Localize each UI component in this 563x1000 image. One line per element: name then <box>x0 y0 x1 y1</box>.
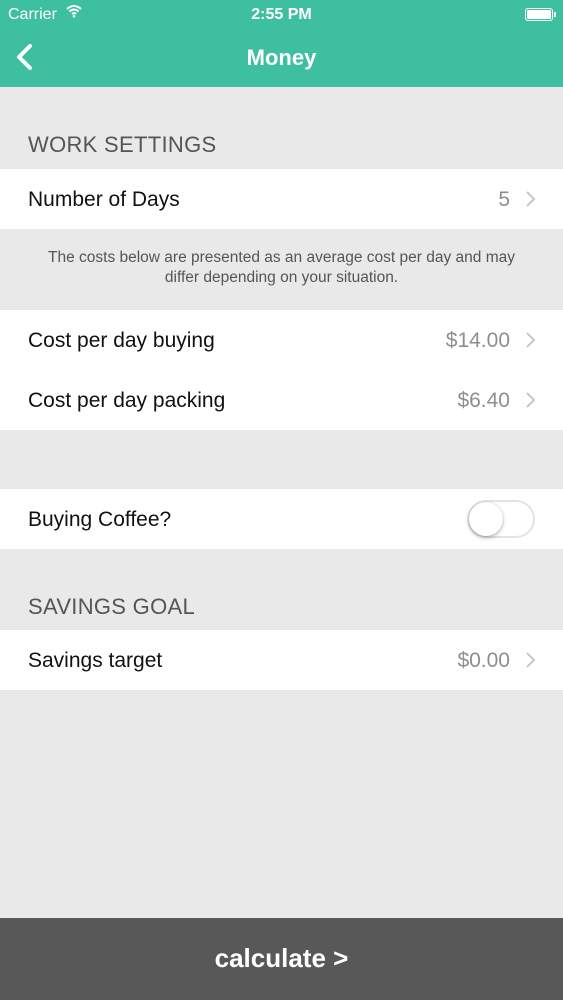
savings-target-row[interactable]: Savings target $0.00 <box>0 630 563 690</box>
cost-packing-value: $6.40 <box>457 389 510 412</box>
calculate-button[interactable]: calculate > <box>0 918 563 1000</box>
calculate-label: calculate > <box>214 943 349 973</box>
battery-icon <box>525 8 556 21</box>
number-of-days-label: Number of Days <box>28 188 180 211</box>
cost-note: The costs below are presented as an aver… <box>48 249 515 286</box>
header-bar: Carrier 2:55 PM Money <box>0 0 563 87</box>
savings-goal-header: SAVINGS GOAL <box>28 594 196 619</box>
status-bar: Carrier 2:55 PM <box>0 0 563 28</box>
navigation-bar: Money <box>0 30 563 87</box>
chevron-right-icon <box>526 191 536 207</box>
work-settings-header: WORK SETTINGS <box>28 132 217 157</box>
page-title: Money <box>246 45 317 70</box>
savings-target-label: Savings target <box>28 649 163 672</box>
number-of-days-row[interactable]: Number of Days 5 <box>0 169 563 229</box>
status-time: 2:55 PM <box>251 6 312 23</box>
chevron-right-icon <box>526 652 536 668</box>
cost-packing-label: Cost per day packing <box>28 389 226 412</box>
cost-per-day-buying-row[interactable]: Cost per day buying $14.00 <box>0 310 563 370</box>
chevron-right-icon <box>526 392 536 408</box>
cost-buying-value: $14.00 <box>445 329 510 352</box>
chevron-right-icon <box>526 332 536 348</box>
toggle-knob <box>469 502 503 536</box>
buying-coffee-toggle[interactable] <box>467 500 535 538</box>
number-of-days-value: 5 <box>498 188 510 211</box>
cost-per-day-packing-row[interactable]: Cost per day packing $6.40 <box>0 370 563 430</box>
buying-coffee-row: Buying Coffee? <box>0 489 563 549</box>
buying-coffee-label: Buying Coffee? <box>28 508 172 531</box>
savings-target-value: $0.00 <box>457 649 510 672</box>
cost-buying-label: Cost per day buying <box>28 329 215 352</box>
